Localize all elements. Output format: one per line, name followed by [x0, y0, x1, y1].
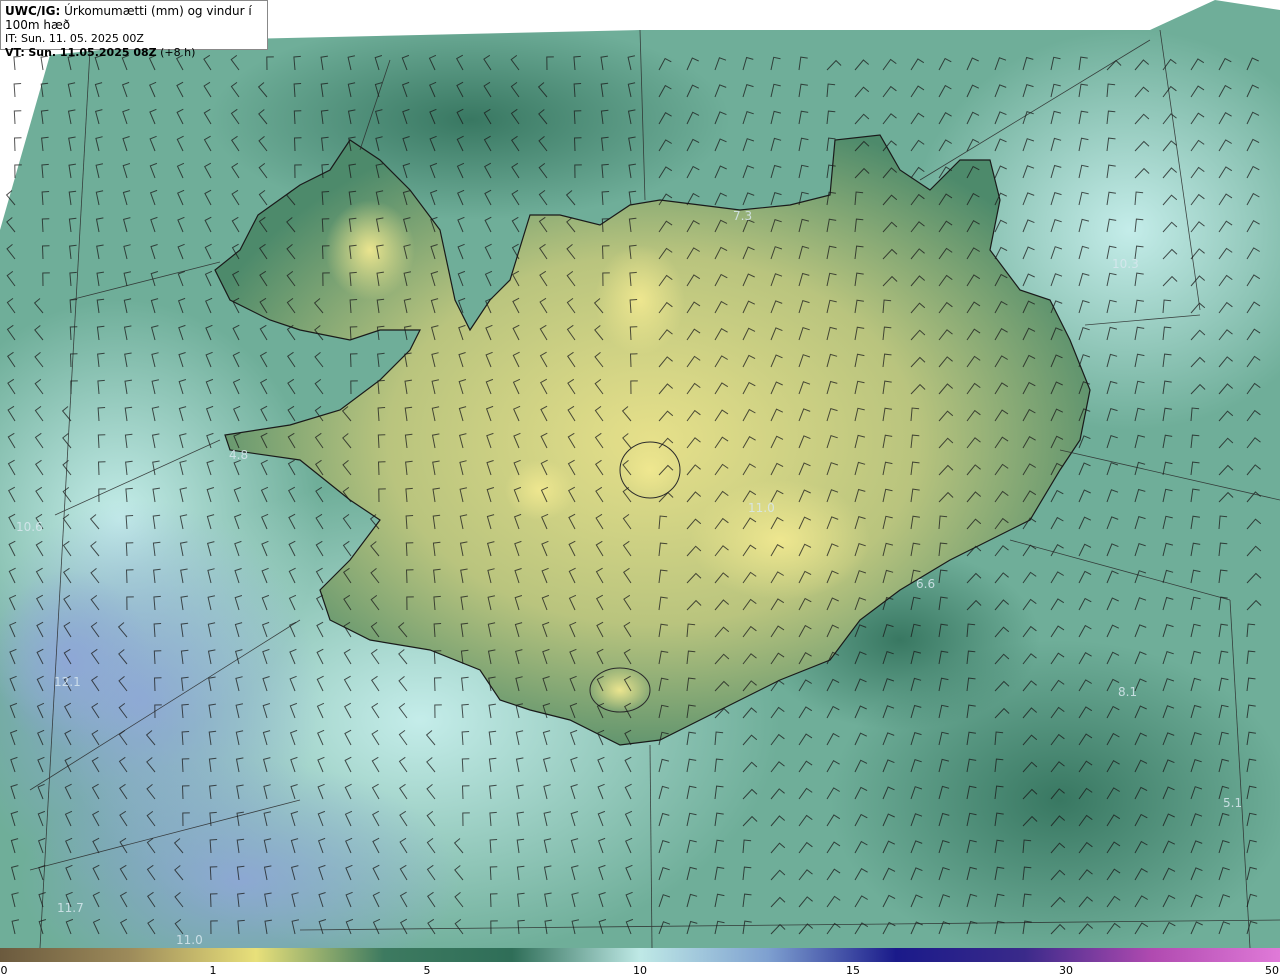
wind-barb: [13, 137, 22, 152]
map-title-box: UWC/IG: Úrkomumætti (mm) og vindur í 100…: [0, 0, 268, 59]
wind-barb: [13, 110, 22, 125]
precipitation-field: [0, 0, 1280, 948]
value-label-interior: 11.0: [748, 501, 775, 515]
colorbar-tick-label: 15: [846, 964, 860, 977]
title-line-product: UWC/IG: Úrkomumætti (mm) og vindur í 100…: [5, 4, 263, 32]
value-label-southeast-sea: 5.1: [1223, 796, 1242, 810]
value-label-southwest: 12.1: [54, 675, 81, 689]
value-label-south-sea: 11.7: [57, 901, 84, 915]
colorbar-tick-label: 10: [633, 964, 647, 977]
title-line-valid: VT: Sun. 11.05.2025 08Z (+8 h): [5, 46, 263, 60]
value-label-northeast: 10.3: [1112, 257, 1139, 271]
colorbar-tick-label: 0: [0, 964, 8, 977]
colorbar-gradient: [0, 948, 1280, 962]
init-time: IT: Sun. 11. 05. 2025 00Z: [5, 32, 144, 45]
value-label-east-sea: 8.1: [1118, 685, 1137, 699]
weather-map: 7.3 10.3 4.8 10.6 11.0 6.6 12.1 8.1 5.1 …: [0, 0, 1280, 949]
value-label-southeast: 6.6: [916, 577, 935, 591]
valid-time: Sun. 11.05.2025 08Z: [28, 46, 157, 59]
colorbar-legend: 0 1 5 10 15 30 50: [0, 948, 1280, 978]
wind-barb: [13, 83, 22, 98]
value-label-north: 7.3: [733, 209, 752, 223]
colorbar-tick-label: 5: [423, 964, 431, 977]
value-label-west: 4.8: [229, 448, 248, 462]
valid-prefix: VT:: [5, 46, 25, 59]
value-label-far-west: 10.6: [16, 520, 43, 534]
model-name: UWC/IG:: [5, 4, 61, 18]
colorbar-tick-label: 30: [1059, 964, 1073, 977]
value-label-bottom: 11.0: [176, 933, 203, 947]
colorbar-tick-label: 50: [1265, 964, 1279, 977]
lead-time: (+8 h): [160, 46, 196, 59]
colorbar-tick-label: 1: [209, 964, 217, 977]
